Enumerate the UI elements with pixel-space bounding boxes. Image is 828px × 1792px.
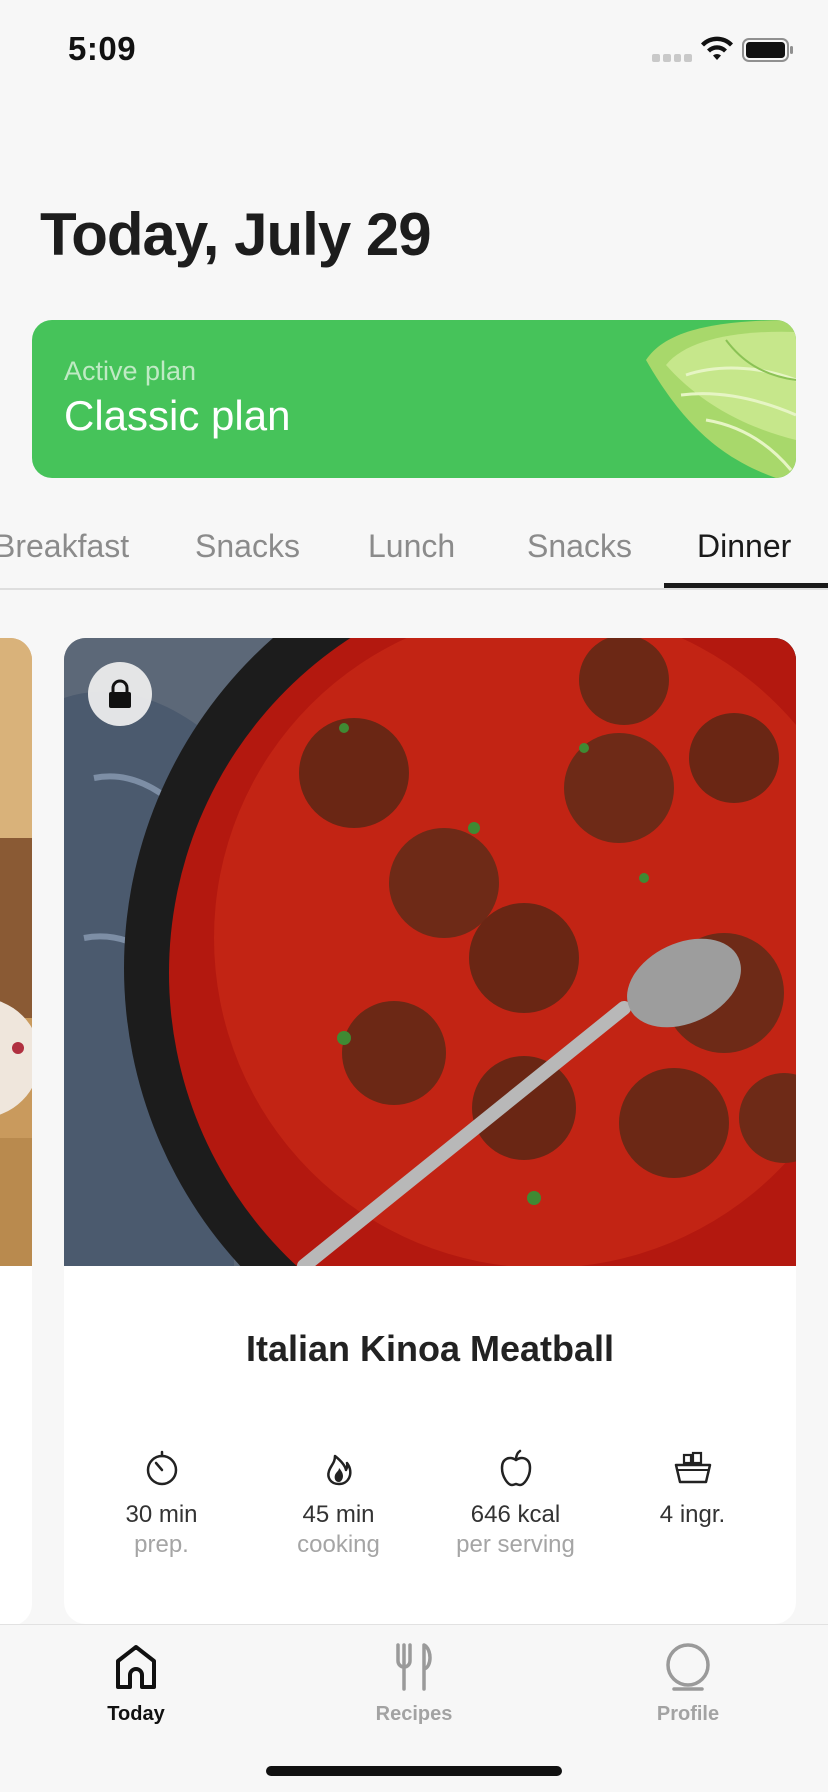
stat-ingredients: 4 ingr. <box>604 1448 781 1530</box>
recipe-title: Italian Kinoa Meatball <box>245 1328 615 1369</box>
stat-value: 30 min <box>125 1501 198 1528</box>
stat-value: 45 min <box>302 1501 375 1528</box>
tab-snacks-afternoon[interactable]: Snacks <box>527 528 632 565</box>
status-time: 5:09 <box>68 30 137 67</box>
tab-breakfast[interactable]: Breakfast <box>0 528 129 565</box>
tab-lunch[interactable]: Lunch <box>368 528 455 565</box>
recipe-image <box>64 638 796 1266</box>
home-indicator <box>266 1766 562 1776</box>
utensils-icon <box>396 1643 432 1691</box>
stat-label: cooking <box>297 1531 380 1558</box>
recipe-card[interactable]: Italian Kinoa Meatball 30 min prep. 45 m… <box>64 638 796 1624</box>
nav-label: Profile <box>656 1703 720 1725</box>
stat-calories: 646 kcal per serving <box>427 1448 604 1560</box>
plan-label: Active plan <box>64 356 197 386</box>
lettuce-illustration <box>646 320 796 478</box>
battery-icon <box>742 38 793 62</box>
active-tab-indicator <box>664 583 828 588</box>
basket-icon <box>674 1451 711 1484</box>
lock-button[interactable] <box>88 662 152 726</box>
tab-dinner[interactable]: Dinner <box>697 528 791 565</box>
previous-recipe-image <box>0 638 32 1266</box>
wifi-icon <box>701 36 733 60</box>
stat-cooking-time: 45 min cooking <box>250 1448 427 1560</box>
stat-label: prep. <box>134 1531 189 1558</box>
stat-prep-time: 30 min prep. <box>73 1448 250 1560</box>
nav-recipes[interactable]: Recipes <box>324 1639 504 1726</box>
lock-icon <box>109 679 131 708</box>
meal-tabs: Breakfast Snacks Lunch Snacks Dinner <box>0 520 828 590</box>
apple-icon <box>500 1449 531 1487</box>
nav-label: Today <box>107 1703 165 1725</box>
tab-snacks-morning[interactable]: Snacks <box>195 528 300 565</box>
flame-icon <box>326 1454 352 1486</box>
status-bar: 5:09 <box>0 0 828 100</box>
timer-icon <box>146 1450 177 1486</box>
home-icon <box>116 1645 156 1689</box>
previous-recipe-card[interactable] <box>0 638 32 1626</box>
stat-value: 4 ingr. <box>659 1501 726 1528</box>
nav-profile[interactable]: Profile <box>598 1639 778 1726</box>
stat-label: per serving <box>456 1531 575 1558</box>
cellular-signal-icon <box>652 54 692 62</box>
stat-value: 646 kcal <box>470 1501 561 1528</box>
active-plan-card[interactable]: Active plan Classic plan <box>32 320 796 478</box>
page-title: Today, July 29 <box>40 201 432 268</box>
recipe-stats: 30 min prep. 45 min cooking 646 kcal per… <box>64 1448 796 1568</box>
profile-icon <box>666 1643 710 1691</box>
plan-name: Classic plan <box>64 392 291 439</box>
nav-label: Recipes <box>375 1703 453 1725</box>
nav-today[interactable]: Today <box>46 1639 226 1726</box>
